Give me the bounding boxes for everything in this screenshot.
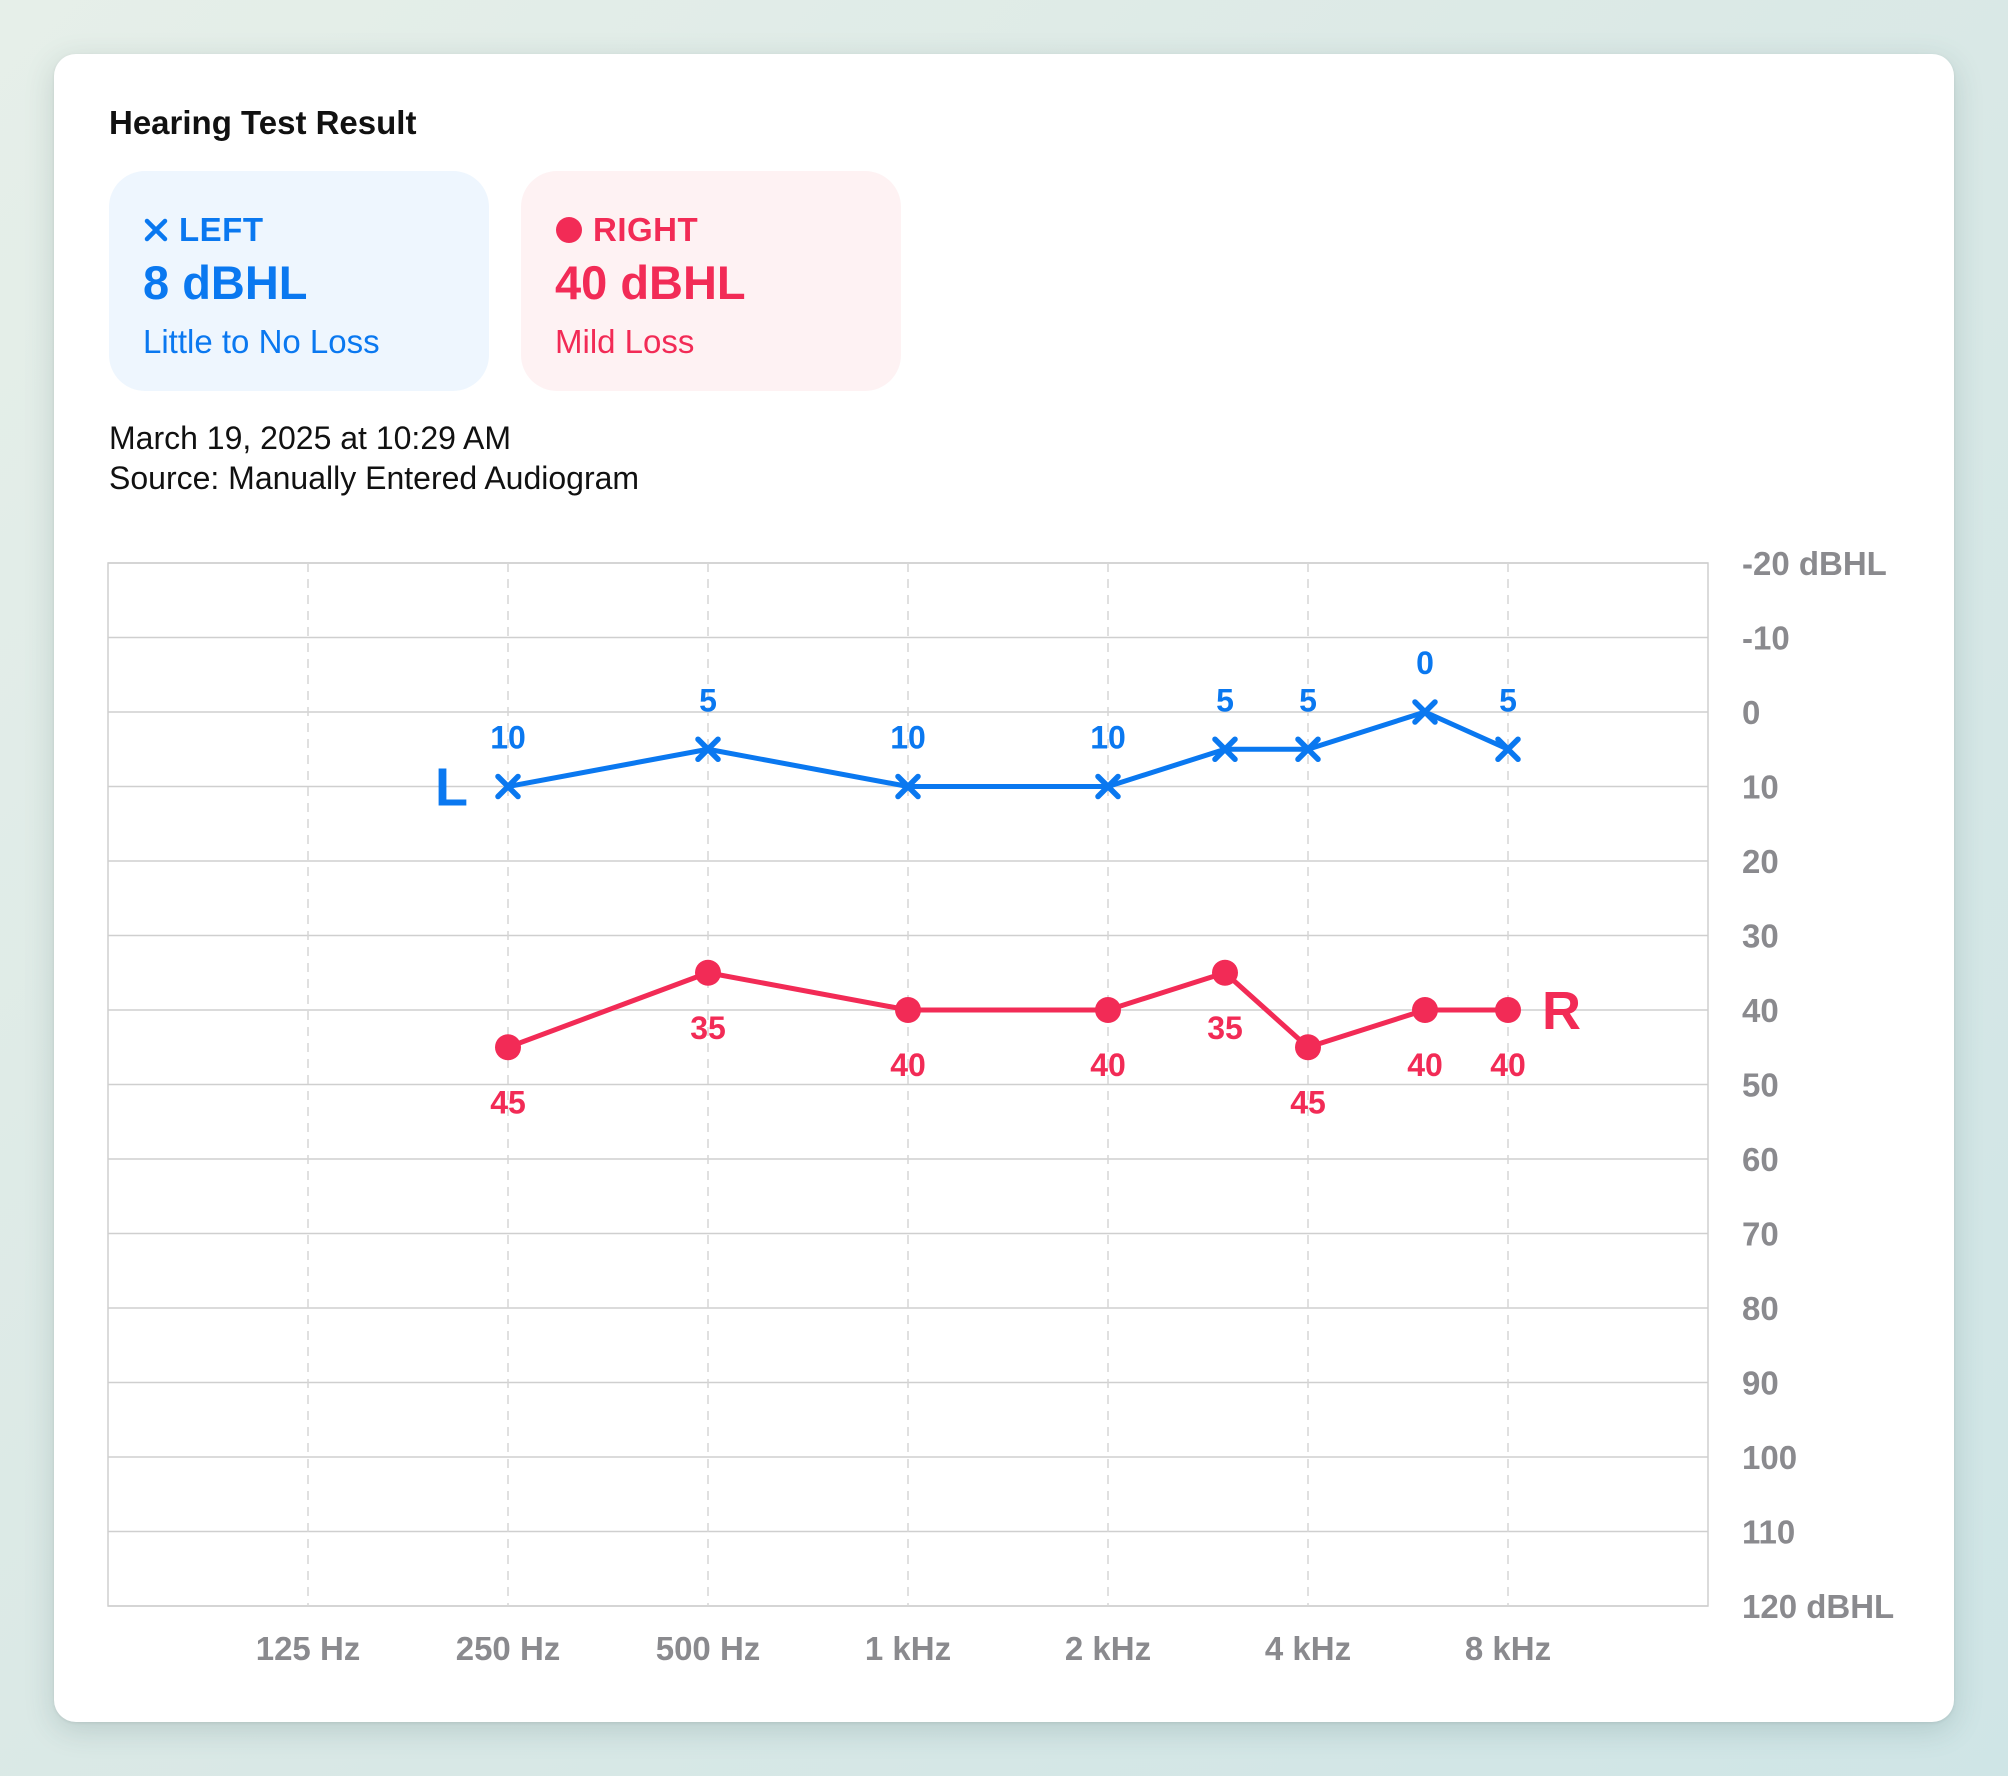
right-ear-point [895,997,921,1023]
right-ear-point [495,1034,521,1061]
right-ear-point [1295,1034,1321,1061]
y-tick-label: 80 [1742,1290,1779,1327]
right-ear-data-label: 40 [1090,1047,1126,1083]
right-ear-data-label: 45 [1290,1084,1326,1120]
left-ear-series-label: L [435,758,468,818]
y-tick-label: 100 [1742,1439,1797,1476]
hearing-result-card: Hearing Test Result LEFT 8 dBHL Little t… [54,54,1954,1722]
x-tick-label: 2 kHz [1065,1630,1151,1667]
left-ear-data-label: 5 [1499,682,1517,718]
right-ear-data-label: 35 [1207,1010,1243,1046]
right-ear-data-label: 40 [1407,1047,1443,1083]
right-ear-data-label: 45 [490,1084,526,1120]
x-tick-label: 4 kHz [1265,1630,1351,1667]
x-tick-label: 8 kHz [1465,1630,1551,1667]
x-tick-label: 1 kHz [865,1630,951,1667]
audiogram-chart: -20 dBHL-100102030405060708090100110120 … [107,545,1894,1667]
left-ear-line [505,709,1511,789]
right-ear-point [1411,997,1438,1023]
y-tick-label: 40 [1742,992,1779,1029]
right-ear-data-label: 35 [690,1010,726,1046]
left-ear-data-label: 10 [1090,720,1126,756]
left-ear-data-label: 0 [1416,645,1434,681]
left-ear-data-label: 5 [699,682,717,718]
x-tick-label: 500 Hz [656,1630,761,1667]
x-tick-label: 125 Hz [256,1630,361,1667]
y-tick-label: 110 [1742,1514,1795,1551]
x-tick-label: 250 Hz [456,1630,561,1667]
y-tick-label: 120 dBHL [1742,1588,1894,1625]
y-tick-label: 20 [1742,843,1779,880]
right-ear-point [1495,997,1521,1023]
left-ear-data-label: 10 [490,720,526,756]
right-ear-data-label: 40 [890,1047,926,1083]
right-ear-data-label: 40 [1490,1047,1526,1083]
y-tick-label: 10 [1742,769,1779,806]
left-ear-data-label: 10 [890,720,926,756]
right-ear-point [1095,997,1121,1023]
right-ear-series-label: R [1542,981,1581,1041]
right-ear-point [695,959,721,986]
y-tick-label: 90 [1742,1365,1779,1402]
y-tick-label: 70 [1742,1216,1779,1253]
y-tick-label: 0 [1742,694,1760,731]
y-tick-label: -10 [1742,620,1790,657]
y-tick-label: 50 [1742,1067,1779,1104]
left-ear-data-label: 5 [1216,682,1234,718]
y-tick-label: 30 [1742,918,1779,955]
y-tick-label: 60 [1742,1141,1779,1178]
right-ear-point [1211,959,1238,986]
left-ear-data-label: 5 [1299,682,1317,718]
y-tick-label: -20 dBHL [1742,545,1887,582]
